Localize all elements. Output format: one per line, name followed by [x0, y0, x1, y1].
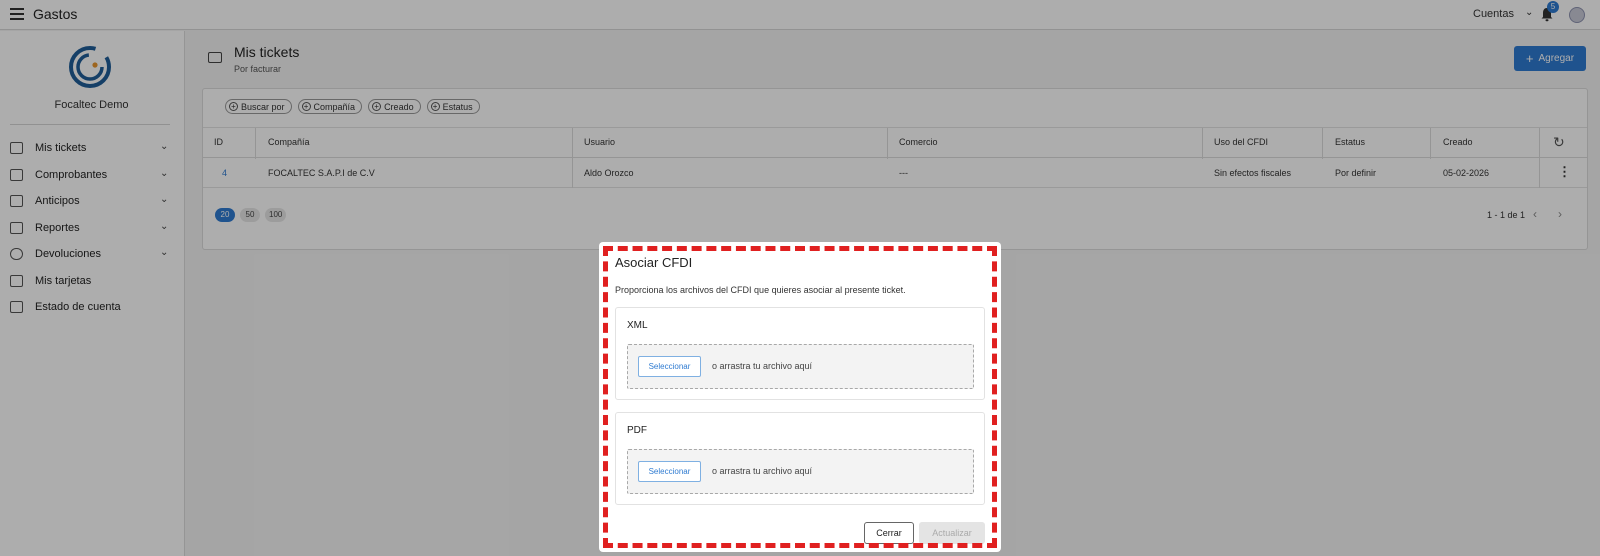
- pdf-dropzone[interactable]: Seleccionar o arrastra tu archivo aquí: [627, 449, 974, 494]
- update-button[interactable]: Actualizar: [919, 522, 985, 544]
- associate-cfdi-dialog: Asociar CFDI Proporciona los archivos de…: [599, 242, 1001, 552]
- xml-drop-text: o arrastra tu archivo aquí: [712, 361, 813, 371]
- pdf-upload-card: PDF Seleccionar o arrastra tu archivo aq…: [615, 412, 985, 505]
- dialog-description: Proporciona los archivos del CFDI que qu…: [615, 285, 906, 295]
- xml-dropzone[interactable]: Seleccionar o arrastra tu archivo aquí: [627, 344, 974, 389]
- xml-upload-title: XML: [627, 320, 648, 331]
- xml-select-button[interactable]: Seleccionar: [638, 356, 701, 377]
- pdf-upload-title: PDF: [627, 425, 647, 436]
- pdf-drop-text: o arrastra tu archivo aquí: [712, 466, 813, 476]
- xml-upload-card: XML Seleccionar o arrastra tu archivo aq…: [615, 307, 985, 400]
- pdf-select-button[interactable]: Seleccionar: [638, 461, 701, 482]
- dialog-title: Asociar CFDI: [615, 255, 693, 270]
- close-button[interactable]: Cerrar: [864, 522, 914, 544]
